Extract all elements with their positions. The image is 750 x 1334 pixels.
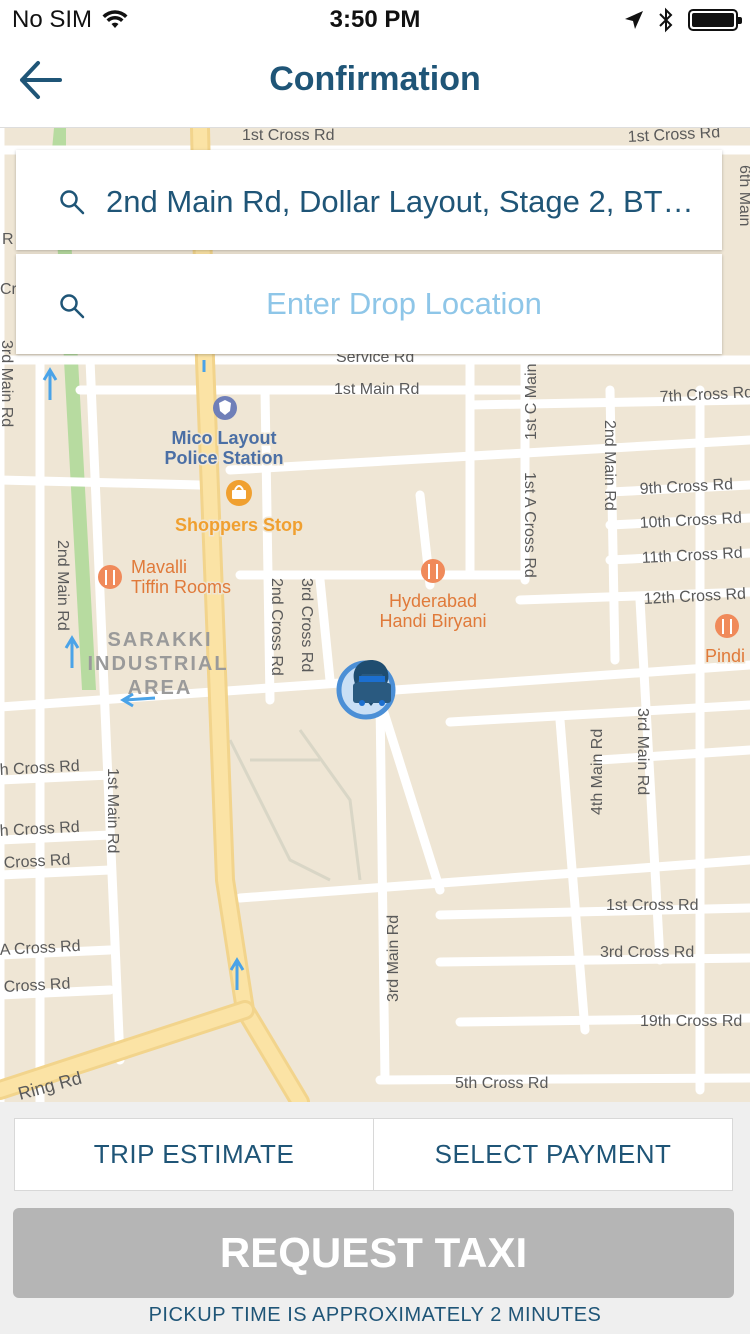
street-label: Cr: [0, 281, 18, 298]
pickup-address[interactable]: 2nd Main Rd, Dollar Layout, Stage 2, BTM…: [106, 184, 704, 220]
status-bar: No SIM 3:50 PM: [0, 0, 750, 40]
pickup-location-field[interactable]: 2nd Main Rd, Dollar Layout, Stage 2, BTM…: [16, 150, 722, 250]
status-right: [624, 7, 742, 33]
bluetooth-icon: [659, 7, 673, 33]
poi-hyderabad-label-2: Handi Biryani: [379, 611, 486, 631]
search-icon: [60, 294, 85, 319]
street-label: 1st A Cross Rd: [521, 472, 538, 578]
street-label: 3rd Main Rd: [634, 708, 651, 795]
svg-text:AREA: AREA: [128, 677, 193, 699]
bottom-panel: TRIP ESTIMATE SELECT PAYMENT REQUEST TAX…: [0, 1102, 750, 1334]
pickup-time-note: PICKUP TIME IS APPROXIMATELY 2 MINUTES: [148, 1304, 602, 1326]
street-label: 6th Main: [736, 165, 750, 226]
poi-hyderabad-label: Hyderabad: [389, 591, 477, 611]
street-label: 1st Cross Rd: [242, 128, 334, 144]
street-label: 3rd Main Rd: [0, 340, 15, 427]
street-label: 1st Cross Rd: [606, 897, 698, 914]
poi-police-label-2: Police Station: [164, 448, 283, 468]
street-label: 3rd Main Rd: [385, 915, 402, 1002]
poi-mavalli-label: Mavalli: [131, 557, 187, 577]
drop-location-field[interactable]: [16, 254, 722, 354]
street-label: 19th Cross Rd: [640, 1013, 742, 1030]
search-icon: [60, 190, 85, 215]
poi-pindi-label: Pindi: [705, 646, 745, 666]
street-label: 2nd Main Rd: [601, 420, 618, 511]
nav-bar: Confirmation: [0, 40, 750, 128]
svg-text:SARAKKI: SARAKKI: [107, 629, 212, 651]
drop-location-input[interactable]: [106, 276, 702, 332]
street-label: 1st C Main: [523, 364, 540, 440]
location-arrow-icon: [625, 11, 643, 29]
street-label: Cross Rd: [3, 976, 70, 996]
street-label: 3rd Cross Rd: [298, 578, 315, 672]
pickup-pin[interactable]: [336, 660, 396, 720]
street-label: 4th Main Rd: [589, 729, 606, 815]
action-row: TRIP ESTIMATE SELECT PAYMENT: [14, 1118, 733, 1191]
svg-text:INDUSTRIAL: INDUSTRIAL: [87, 653, 228, 675]
poi-shoppers-label: Shoppers Stop: [175, 515, 303, 535]
street-label: R: [2, 231, 14, 248]
street-label: 2nd Cross Rd: [268, 578, 285, 676]
select-payment-button[interactable]: SELECT PAYMENT: [373, 1119, 732, 1190]
trip-estimate-button[interactable]: TRIP ESTIMATE: [15, 1119, 373, 1190]
poi-police-label: Mico Layout: [171, 428, 276, 448]
street-label: 5th Cross Rd: [455, 1075, 548, 1092]
street-label: 3rd Cross Rd: [600, 944, 694, 961]
page-title: Confirmation: [269, 60, 481, 98]
request-taxi-button[interactable]: REQUEST TAXI: [13, 1208, 734, 1298]
poi-mavalli-label-2: Tiffin Rooms: [131, 577, 231, 597]
battery-icon: [688, 9, 742, 31]
street-label: 1st Main Rd: [104, 768, 121, 853]
street-label: 2nd Main Rd: [54, 540, 71, 631]
street-label: Cross Rd: [3, 852, 70, 872]
street-label: 1st Main Rd: [334, 381, 419, 398]
